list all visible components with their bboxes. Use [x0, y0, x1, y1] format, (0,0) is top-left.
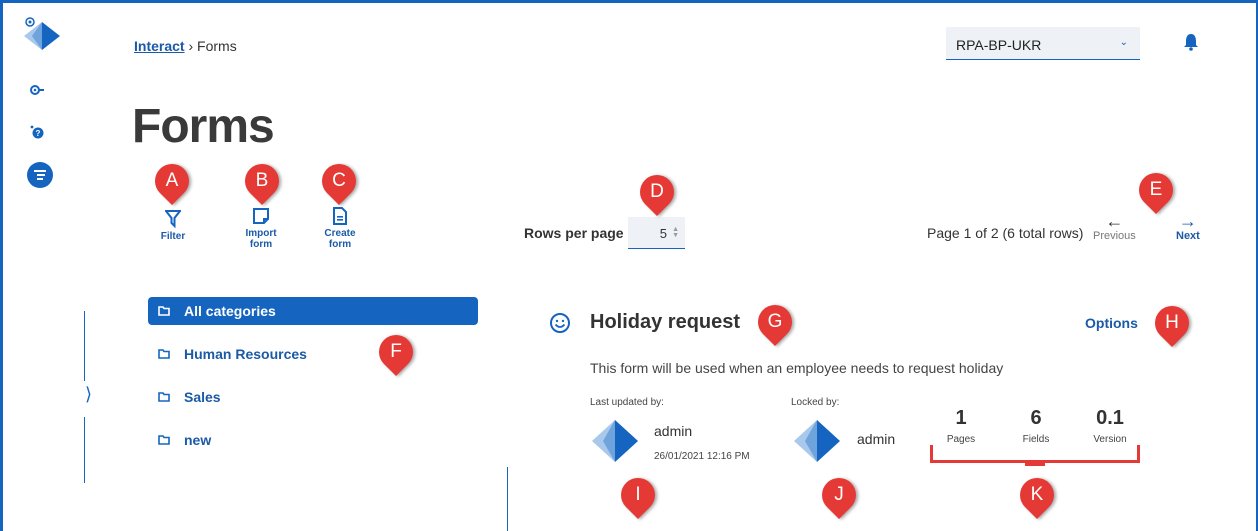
- page-title: Forms: [132, 100, 275, 153]
- rows-per-page-label: Rows per page: [524, 225, 624, 241]
- page-info: Page 1 of 2 (6 total rows): [927, 225, 1084, 241]
- import-icon: [253, 208, 269, 224]
- marker-a: A: [147, 156, 197, 206]
- environment-select[interactable]: RPA-BP-UKR ⌄: [946, 27, 1140, 60]
- category-label: Human Resources: [184, 346, 307, 362]
- logo-icon[interactable]: [22, 14, 62, 52]
- next-label: Next: [1176, 230, 1200, 242]
- marker-g: G: [750, 297, 800, 347]
- marker-b: B: [237, 156, 287, 206]
- stat-value: 6: [1030, 407, 1042, 429]
- stat-value: 1: [955, 407, 967, 429]
- next-button[interactable]: → Next: [1176, 212, 1200, 242]
- arrow-left-icon: ←: [1105, 211, 1124, 231]
- stat-pages: 1 Pages: [931, 407, 991, 445]
- form-title[interactable]: Holiday request: [590, 311, 740, 334]
- last-updated-user: admin: [654, 423, 693, 439]
- last-updated-label: Last updated by:: [590, 397, 664, 408]
- form-description: This form will be used when an employee …: [590, 360, 1004, 376]
- folder-icon: [158, 303, 170, 319]
- environment-selected-value: RPA-BP-UKR: [956, 37, 1042, 53]
- chevron-down-icon: ⌄: [1119, 37, 1128, 48]
- marker-i: I: [613, 470, 663, 520]
- filter-label: Filter: [160, 231, 186, 242]
- panel-divider: [84, 417, 85, 483]
- category-item[interactable]: Human Resources: [148, 340, 478, 368]
- avatar: [792, 418, 842, 469]
- folder-icon: [158, 389, 170, 405]
- locked-by-label: Locked by:: [791, 397, 840, 408]
- rows-per-page-input[interactable]: 5 ▲ ▼: [628, 217, 685, 249]
- folder-icon: [158, 346, 170, 362]
- options-button[interactable]: Options: [1085, 315, 1138, 331]
- create-form-label: Create form: [324, 228, 356, 250]
- rows-per-page-value: 5: [659, 226, 667, 241]
- breadcrumb-current: Forms: [197, 38, 237, 54]
- category-item[interactable]: All categories: [148, 297, 478, 325]
- create-form-button[interactable]: Create form: [310, 207, 370, 250]
- previous-button[interactable]: ← Previous: [1093, 212, 1136, 242]
- stat-label: Fields: [1022, 434, 1050, 445]
- import-form-label: Import form: [245, 228, 277, 250]
- breadcrumb: Interact › Forms: [134, 38, 237, 54]
- category-label: All categories: [184, 303, 276, 319]
- chevron-right-icon[interactable]: ⟩: [85, 384, 92, 405]
- category-label: new: [184, 432, 212, 448]
- marker-d: D: [632, 167, 682, 217]
- locked-by-user: admin: [857, 431, 896, 447]
- document-icon: [333, 207, 347, 225]
- filter-icon: [165, 210, 181, 228]
- marker-j: J: [814, 470, 864, 520]
- stat-label: Pages: [946, 434, 976, 445]
- marker-e: E: [1131, 165, 1181, 215]
- marker-h: H: [1147, 298, 1197, 348]
- stat-value: 0.1: [1096, 407, 1124, 429]
- category-item[interactable]: new: [148, 426, 478, 454]
- category-item[interactable]: Sales: [148, 383, 478, 411]
- avatar: [590, 418, 640, 469]
- previous-label: Previous: [1093, 230, 1136, 242]
- last-updated-date: 26/01/2021 12:16 PM: [654, 451, 750, 462]
- smiley-icon: [549, 312, 571, 334]
- breadcrumb-interact-link[interactable]: Interact: [134, 38, 185, 54]
- help-icon[interactable]: ?: [26, 121, 48, 143]
- panel-divider: [507, 467, 508, 531]
- arrow-right-icon: →: [1178, 211, 1197, 231]
- dashboard-icon[interactable]: [26, 79, 48, 101]
- category-label: Sales: [184, 389, 221, 405]
- breadcrumb-separator: ›: [188, 38, 194, 54]
- bell-icon[interactable]: [1183, 33, 1199, 51]
- marker-c: C: [314, 156, 364, 206]
- stat-version: 0.1 Version: [1080, 407, 1140, 445]
- forms-nav-icon[interactable]: [27, 162, 53, 188]
- stats-bracket: [930, 445, 1140, 466]
- stat-fields: 6 Fields: [1006, 407, 1066, 445]
- filter-button[interactable]: Filter: [143, 210, 203, 242]
- marker-k: K: [1012, 470, 1062, 520]
- panel-divider: [84, 311, 85, 381]
- svg-text:?: ?: [36, 129, 41, 138]
- import-form-button[interactable]: Import form: [231, 207, 291, 250]
- folder-icon: [158, 432, 170, 448]
- spinner-icon[interactable]: ▲ ▼: [672, 226, 679, 239]
- stat-label: Version: [1093, 434, 1127, 445]
- marker-f: F: [371, 327, 421, 377]
